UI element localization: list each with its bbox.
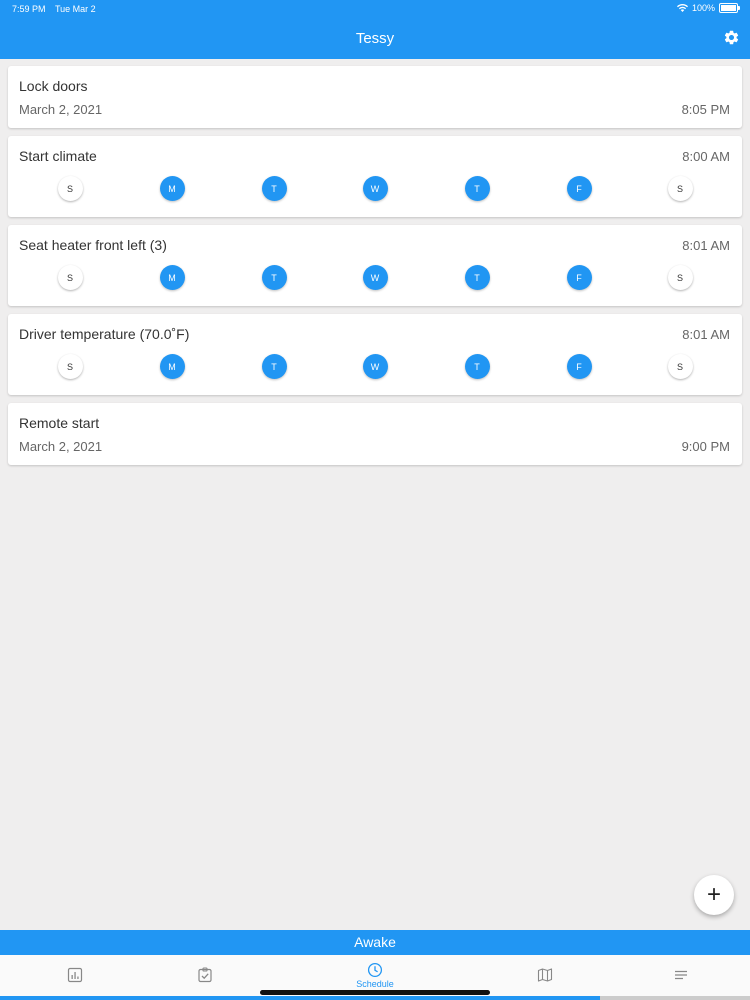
day-toggle-tuesday[interactable]: T [261,265,287,290]
day-toggle-thursday[interactable]: T [464,265,490,290]
add-schedule-button[interactable]: + [694,875,734,915]
day-toggle-saturday[interactable]: S [667,354,693,379]
map-icon [537,968,553,982]
tab-map[interactable] [470,955,620,995]
tab-menu[interactable] [606,955,750,995]
day-toggle-monday[interactable]: M [159,176,185,201]
schedule-date: March 2, 2021 [19,439,103,454]
day-toggle-friday[interactable]: F [566,265,592,290]
schedule-card[interactable]: Seat heater front left (3) 8:01 AM S M T W T… [8,225,742,306]
schedule-card[interactable]: Remote start March 2, 2021 9:00 PM [8,403,742,465]
schedule-date: March 2, 2021 [19,102,103,117]
day-toggle-tuesday[interactable]: T [261,354,287,379]
day-toggle-saturday[interactable]: S [667,176,693,201]
day-toggle-sunday[interactable]: S [57,176,83,201]
checklist-icon [198,967,212,983]
day-toggle-tuesday[interactable]: T [261,176,287,201]
menu-lines-icon [675,970,687,980]
battery-percent: 100% [691,3,715,13]
day-toggle-wednesday[interactable]: W [362,265,388,290]
progress-fill [0,996,600,1000]
day-toggle-monday[interactable]: M [159,354,185,379]
status-right: 100% [676,3,740,13]
app-header: 7:59 PM Tue Mar 2 100% Tessy [0,0,750,59]
schedule-time: 8:01 AM [682,238,730,253]
schedule-time: 9:00 PM [681,439,730,454]
tab-stats[interactable] [0,955,150,995]
schedule-name: Seat heater front left (3) [19,237,167,253]
schedule-time: 8:00 AM [682,149,730,164]
day-toggle-thursday[interactable]: T [464,176,490,201]
day-toggle-monday[interactable]: M [159,265,185,290]
day-toggle-friday[interactable]: F [566,176,592,201]
schedule-time: 8:01 AM [682,327,730,342]
clock-icon [367,962,383,977]
schedule-name: Lock doors [19,78,88,94]
day-toggle-friday[interactable]: F [566,354,592,379]
schedule-card[interactable]: Start climate 8:00 AM S M T W T F S [8,136,742,217]
home-indicator[interactable] [260,990,490,995]
day-toggle-sunday[interactable]: S [57,265,83,290]
schedule-time: 8:05 PM [681,102,730,117]
chart-icon [67,967,83,983]
schedule-name: Remote start [19,415,100,431]
schedule-card[interactable]: Driver temperature (70.0˚F) 8:01 AM S M T W… [8,314,742,395]
day-toggle-wednesday[interactable]: W [362,176,388,201]
page-title: Tessy [355,30,395,47]
progress-bar [0,996,750,1000]
vehicle-state-banner: Awake [0,930,750,955]
battery-icon [719,3,740,13]
day-toggle-thursday[interactable]: T [464,354,490,379]
gear-icon[interactable] [723,29,740,46]
tab-tasks[interactable] [130,955,280,995]
status-time: 7:59 PM [12,4,46,14]
schedule-card[interactable]: Lock doors March 2, 2021 8:05 PM [8,66,742,128]
day-toggle-saturday[interactable]: S [667,265,693,290]
day-toggle-wednesday[interactable]: W [362,354,388,379]
schedule-list: Lock doors March 2, 2021 8:05 PM Start c… [8,66,742,473]
status-date: Tue Mar 2 [55,4,96,14]
schedule-name: Driver temperature (70.0˚F) [19,326,190,342]
tab-label: Schedule [356,978,394,989]
wifi-icon [676,4,688,12]
tab-schedule[interactable]: Schedule [300,955,450,995]
schedule-name: Start climate [19,148,97,164]
day-toggle-sunday[interactable]: S [57,354,83,379]
